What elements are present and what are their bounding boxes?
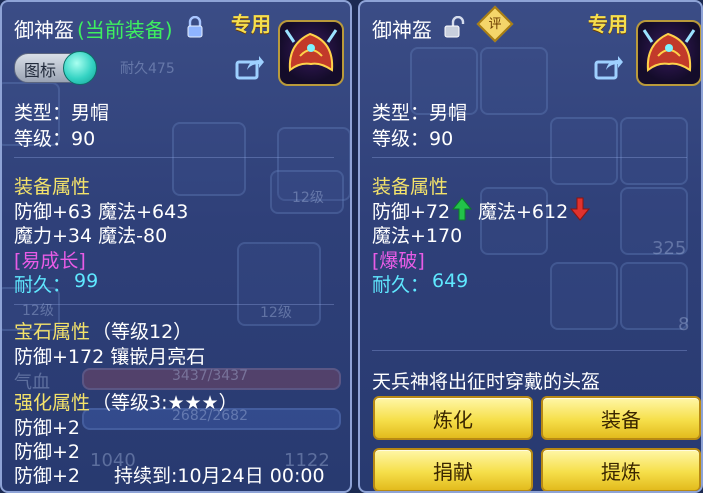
ghost-slot: [550, 117, 618, 185]
right-tooltip-panel: 325 8 御神盔 专用 类型：男帽 等级：90 装备属性 防御+72 魔法+6…: [358, 0, 703, 493]
gem-header: 宝石属性: [14, 321, 91, 343]
toggle-knob[interactable]: [63, 51, 97, 85]
durability-label: 耐久：: [372, 274, 430, 296]
left-tooltip-panel: 12级 12级 12级 3437/3437 2682/2682 气血 1040 …: [0, 0, 352, 493]
ghost-slot: [550, 262, 618, 330]
enhance-header: 强化属性: [14, 392, 91, 414]
divider: [372, 350, 687, 351]
toggle-label: 图标: [24, 61, 57, 80]
helmet-icon: [636, 20, 701, 86]
unlock-icon[interactable]: [444, 16, 466, 38]
gem-line: 防御+172 镶嵌月亮石: [14, 346, 206, 368]
ghost-text: 3437/3437: [172, 368, 248, 384]
helmet-icon: [278, 20, 344, 86]
ghost-text: 12级: [292, 190, 324, 206]
attr-header: 装备属性: [14, 176, 91, 198]
equip-button[interactable]: 装备: [541, 396, 701, 440]
ghost-text: 12级: [260, 305, 292, 321]
item-name: 御神盔: [14, 18, 74, 42]
enhance-line: 防御+2: [14, 441, 81, 463]
lock-icon[interactable]: [186, 16, 204, 38]
attr-defense: 防御+72: [372, 201, 451, 223]
special-tag: 专用: [588, 12, 628, 36]
special-tag: 专用: [231, 12, 271, 36]
item-description: 天兵神将出征时穿戴的头盔: [372, 371, 601, 393]
durability-label: 耐久：: [14, 274, 72, 296]
item-name: 御神盔: [372, 18, 432, 42]
attr-header: 装备属性: [372, 176, 449, 198]
divider: [14, 304, 334, 305]
share-icon[interactable]: [235, 54, 265, 80]
ghost-slot: [172, 122, 246, 196]
level-line: 等级：90: [14, 128, 96, 150]
icon-toggle[interactable]: 图标: [14, 51, 97, 85]
donate-button[interactable]: 捐献: [373, 448, 533, 491]
trait-tag: [易成长]: [14, 250, 86, 272]
type-line: 类型：男帽: [372, 102, 468, 124]
arrow-down-icon: [570, 197, 590, 221]
equipped-tag: (当前装备): [77, 18, 173, 42]
attr-line: 魔法+170: [372, 225, 463, 247]
ghost-text: 耐久475: [120, 61, 175, 77]
ghost-slot: [620, 117, 688, 185]
durability-value: 649: [432, 270, 469, 292]
duration-text: 持续到:10月24日 00:00: [114, 465, 325, 487]
extract-button[interactable]: 提炼: [541, 448, 701, 491]
rate-badge-label: 评: [488, 17, 502, 32]
attr-line: 魔力+34 魔法-80: [14, 225, 168, 247]
level-line: 等级：90: [372, 128, 454, 150]
enhance-level: （等级3:★★★）: [92, 392, 238, 414]
gem-level: （等级12）: [92, 321, 193, 343]
type-line: 类型：男帽: [14, 102, 110, 124]
trait-tag: [爆破]: [372, 250, 425, 272]
durability-value: 99: [74, 270, 99, 292]
divider: [372, 157, 687, 158]
divider: [14, 157, 334, 158]
attr-line: 防御+63 魔法+643: [14, 201, 189, 223]
share-icon[interactable]: [594, 54, 624, 80]
enhance-line: 防御+2: [14, 465, 81, 487]
arrow-up-icon: [452, 197, 472, 221]
attr-magic: 魔法+612: [478, 201, 569, 223]
refine-button[interactable]: 炼化: [373, 396, 533, 440]
enhance-line: 防御+2: [14, 417, 81, 439]
ghost-slot: [480, 47, 548, 115]
ghost-text: 8: [678, 314, 690, 335]
ghost-text: 325: [652, 238, 687, 259]
